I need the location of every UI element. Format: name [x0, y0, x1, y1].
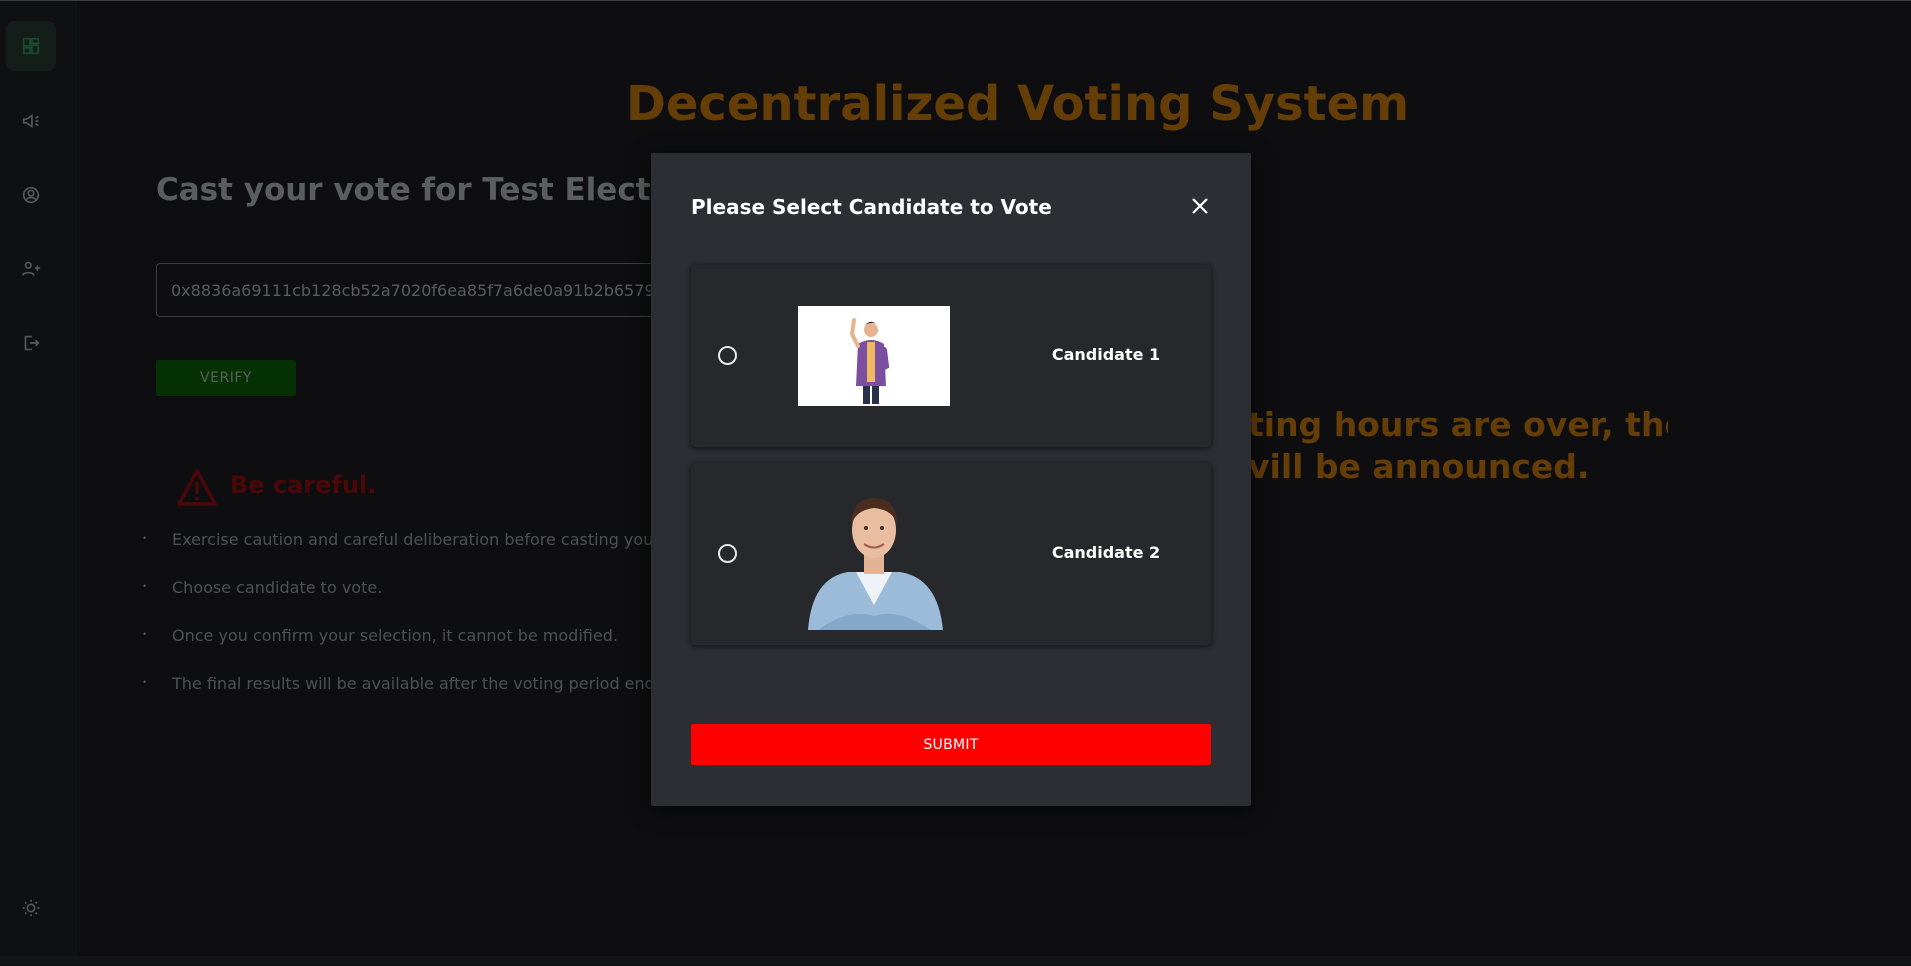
modal-title: Please Select Candidate to Vote: [691, 195, 1052, 219]
candidate-2-image: [808, 498, 943, 630]
candidate-2-radio[interactable]: [718, 544, 737, 563]
candidate-2-name: Candidate 2: [1051, 543, 1161, 562]
candidate-option-1[interactable]: Candidate 1: [691, 265, 1211, 447]
candidate-1-radio[interactable]: [718, 346, 737, 365]
candidate-1-image: [798, 306, 950, 406]
candidate-1-name: Candidate 1: [1051, 345, 1161, 364]
close-icon: [1192, 197, 1208, 214]
submit-button[interactable]: SUBMIT: [691, 724, 1211, 765]
vote-modal: Please Select Candidate to Vote Candidat…: [651, 153, 1251, 806]
modal-backdrop[interactable]: Please Select Candidate to Vote Candidat…: [0, 0, 1911, 966]
close-button[interactable]: [1184, 191, 1216, 223]
candidate-option-2[interactable]: Candidate 2: [691, 463, 1211, 645]
